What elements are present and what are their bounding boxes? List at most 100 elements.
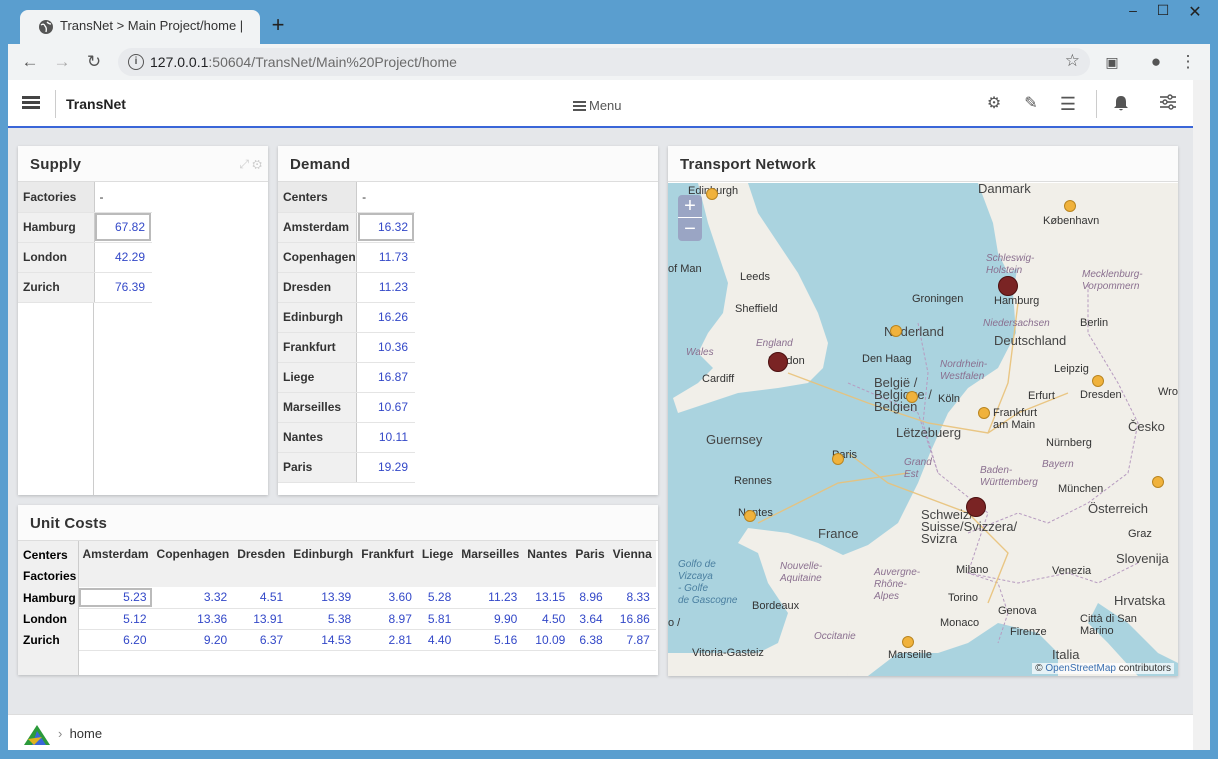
osm-link[interactable]: OpenStreetMap — [1045, 663, 1116, 674]
center-marker[interactable] — [1152, 476, 1164, 488]
costs-value-cell[interactable]: 8.96 — [571, 587, 609, 609]
costs-value-cell[interactable]: 10.09 — [523, 629, 572, 651]
costs-row-label: London — [18, 608, 79, 629]
costs-value-cell[interactable]: 9.20 — [152, 629, 234, 651]
costs-col-header: Copenhagen — [152, 541, 234, 587]
costs-value-cell[interactable]: 14.53 — [289, 629, 358, 651]
costs-value-cell[interactable]: 6.37 — [233, 629, 290, 651]
costs-value-cell[interactable]: 5.28 — [417, 587, 458, 609]
costs-row: London 5.12 13.36 13.91 5.38 8.97 5.81 9.90 4.50… — [18, 608, 656, 630]
reload-icon[interactable]: ↻ — [82, 50, 106, 74]
sliders-icon[interactable] — [1158, 94, 1178, 114]
breadcrumb-home[interactable]: home — [70, 726, 103, 741]
page-scrollbar[interactable] — [1193, 80, 1210, 750]
map-label: Groningen — [912, 293, 964, 305]
factory-marker[interactable] — [768, 352, 788, 372]
address-bar[interactable]: i 127.0.0.1:50604/TransNet/Main%20Projec… — [118, 48, 1090, 76]
costs-value-cell[interactable]: 3.60 — [357, 587, 418, 609]
gear-icon[interactable]: ⚙ — [984, 94, 1004, 114]
maximize-button[interactable]: ☐ — [1148, 2, 1178, 19]
supply-value-cell[interactable]: 76.39 — [94, 272, 152, 303]
costs-value-cell[interactable]: 8.33 — [608, 587, 656, 609]
menu-button[interactable]: Menu — [573, 98, 622, 113]
panel-gear-icon[interactable]: ⚙ — [252, 157, 262, 171]
center-marker[interactable] — [744, 510, 756, 522]
costs-value-cell[interactable]: 13.91 — [233, 608, 290, 630]
center-marker[interactable] — [1092, 375, 1104, 387]
costs-value-cell[interactable]: 2.81 — [357, 629, 418, 651]
supply-value-cell[interactable]: 67.82 — [94, 212, 152, 243]
center-marker[interactable] — [906, 391, 918, 403]
list-icon[interactable]: ☰ — [1058, 94, 1078, 114]
back-icon[interactable]: ← — [18, 50, 42, 74]
factory-marker[interactable] — [998, 276, 1018, 296]
demand-value-cell[interactable]: 10.67 — [356, 392, 415, 423]
costs-col-header: Amsterdam — [78, 541, 153, 587]
zoom-out-button[interactable]: − — [678, 218, 702, 240]
costs-value-cell[interactable]: 6.20 — [78, 629, 153, 651]
costs-value-cell[interactable]: 16.86 — [608, 608, 656, 630]
costs-value-cell[interactable]: 11.23 — [457, 587, 524, 609]
demand-value-cell[interactable]: 11.23 — [356, 272, 415, 303]
bell-icon[interactable] — [1111, 94, 1131, 114]
browser-menu-icon[interactable]: ⋮ — [1176, 50, 1200, 74]
costs-value-cell[interactable]: 13.39 — [289, 587, 358, 609]
supply-value-cell[interactable]: 42.29 — [94, 242, 152, 273]
info-icon[interactable]: i — [128, 54, 144, 70]
demand-value-cell[interactable]: 11.73 — [356, 242, 415, 273]
costs-value-cell[interactable]: 5.16 — [457, 629, 524, 651]
demand-value-cell[interactable]: 10.11 — [356, 422, 415, 453]
costs-value-cell[interactable]: 3.32 — [152, 587, 234, 609]
costs-value-cell[interactable]: 5.23 — [78, 587, 153, 609]
demand-value-cell[interactable]: 10.36 — [356, 332, 415, 363]
map-label: Schleswig- Holstein — [986, 253, 1035, 276]
browser-tab[interactable]: TransNet > Main Project/home | — [20, 10, 260, 44]
map-label: Auvergne- Rhône- Alpes — [874, 567, 921, 602]
expand-icon[interactable]: ⤢ — [239, 157, 249, 171]
costs-value-cell[interactable]: 5.81 — [417, 608, 458, 630]
costs-value-cell[interactable]: 8.97 — [357, 608, 418, 630]
costs-value-cell[interactable]: 5.38 — [289, 608, 358, 630]
demand-col-header: Centers — [278, 182, 358, 213]
center-marker[interactable] — [978, 407, 990, 419]
demand-value-cell[interactable]: 16.26 — [356, 302, 415, 333]
zoom-control: + − — [678, 195, 702, 241]
demand-value-cell[interactable]: 19.29 — [356, 452, 415, 483]
demand-row: Nantes 10.11 — [278, 422, 415, 453]
costs-value-cell[interactable]: 4.50 — [523, 608, 572, 630]
factory-marker[interactable] — [966, 497, 986, 517]
extension-icon[interactable]: ▣ — [1100, 50, 1124, 74]
hamburger-icon[interactable] — [22, 96, 40, 110]
costs-row-label: Zurich — [18, 629, 79, 650]
costs-value-cell[interactable]: 6.38 — [571, 629, 609, 651]
unit-costs-table: Centers Factories Amsterdam Copenhagen Dres… — [18, 541, 656, 675]
center-marker[interactable] — [1064, 200, 1076, 212]
center-marker[interactable] — [832, 453, 844, 465]
costs-value-cell[interactable]: 9.90 — [457, 608, 524, 630]
unit-costs-panel: Unit Costs Centers Factories Amsterdam Cop… — [18, 505, 658, 675]
edit-pencil-icon[interactable]: ✎ — [1021, 94, 1041, 114]
demand-value-cell[interactable]: 16.87 — [356, 362, 415, 393]
costs-value-cell[interactable]: 4.51 — [233, 587, 290, 609]
new-tab-button[interactable]: + — [264, 12, 292, 40]
zoom-in-button[interactable]: + — [678, 195, 702, 218]
costs-value-cell[interactable]: 3.64 — [571, 608, 609, 630]
minimize-button[interactable]: – — [1118, 2, 1148, 18]
forward-icon[interactable]: → — [50, 50, 74, 74]
costs-value-cell[interactable]: 13.15 — [523, 587, 572, 609]
costs-value-cell[interactable]: 13.36 — [152, 608, 234, 630]
costs-value-cell[interactable]: 5.12 — [78, 608, 153, 630]
profile-icon[interactable]: ● — [1144, 50, 1168, 74]
center-marker[interactable] — [890, 325, 902, 337]
close-window-button[interactable]: ✕ — [1180, 2, 1210, 22]
map-label: England — [756, 338, 793, 349]
map-canvas[interactable]: + − EdinburghDanmarkKøbenhavnof ManLeeds… — [668, 183, 1178, 676]
center-marker[interactable] — [902, 636, 914, 648]
costs-value-cell[interactable]: 7.87 — [608, 629, 656, 651]
bookmark-star-icon[interactable]: ☆ — [1065, 51, 1080, 71]
demand-value-cell[interactable]: 16.32 — [356, 212, 415, 243]
costs-value-cell[interactable]: 4.40 — [417, 629, 458, 651]
supply-row: Hamburg 67.82 — [18, 212, 152, 243]
demand-row-label: Nantes — [278, 422, 358, 453]
center-marker[interactable] — [706, 188, 718, 200]
